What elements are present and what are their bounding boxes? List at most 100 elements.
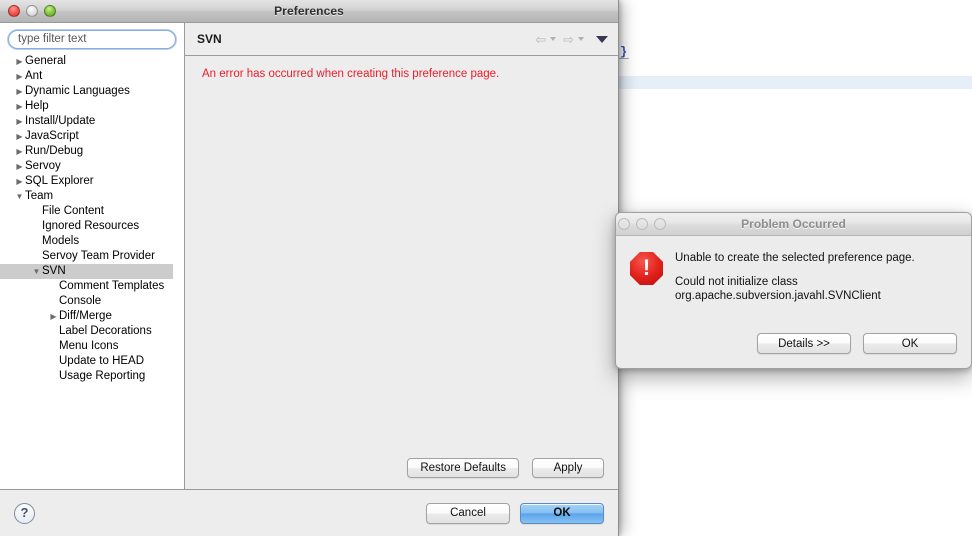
- details-button[interactable]: Details >>: [757, 333, 851, 354]
- dialog-buttons: Cancel OK: [426, 502, 604, 524]
- tree-item-label: Label Decorations: [59, 324, 152, 337]
- preferences-tree[interactable]: General Ant Dynamic Languages Help Install/U…: [0, 52, 184, 489]
- tree-item-ant[interactable]: Ant: [0, 69, 184, 84]
- close-button[interactable]: [8, 5, 20, 17]
- page-error-message: An error has occurred when creating this…: [202, 68, 500, 80]
- twisty-collapsed-icon[interactable]: [14, 69, 25, 84]
- preferences-body: General Ant Dynamic Languages Help Install/U…: [0, 23, 618, 536]
- tree-item-install-update[interactable]: Install/Update: [0, 114, 184, 129]
- tree-item-models[interactable]: Models: [0, 234, 184, 249]
- tree-item-label: Models: [42, 234, 80, 247]
- tree-item-label: Usage Reporting: [59, 369, 146, 382]
- tree-item-usage-reporting[interactable]: Usage Reporting: [0, 369, 184, 384]
- help-icon[interactable]: ?: [14, 502, 35, 524]
- tree-item-label: Install/Update: [25, 114, 96, 127]
- preferences-tree-pane: General Ant Dynamic Languages Help Install/U…: [0, 23, 185, 490]
- tree-item-dynamic-languages[interactable]: Dynamic Languages: [0, 84, 184, 99]
- tree-item-console[interactable]: Console: [0, 294, 184, 309]
- problem-message-secondary-line1: Could not initialize class: [675, 276, 798, 288]
- tree-item-label: Ignored Resources: [42, 219, 140, 232]
- tree-item-label: Help: [25, 99, 49, 112]
- forward-chevron-down-icon[interactable]: [578, 37, 584, 41]
- twisty-expanded-icon[interactable]: [14, 189, 25, 204]
- editor-closing-brace: }: [620, 45, 628, 59]
- preferences-main: General Ant Dynamic Languages Help Install/U…: [0, 23, 618, 490]
- problem-minimize-button: [636, 218, 648, 230]
- tree-item-comment-templates[interactable]: Comment Templates: [0, 279, 184, 294]
- apply-button[interactable]: Apply: [532, 458, 604, 478]
- tree-item-label: Console: [59, 294, 102, 307]
- ok-button[interactable]: OK: [520, 502, 604, 524]
- problem-dialog-titlebar[interactable]: Problem Occurred: [616, 213, 971, 236]
- problem-occurred-dialog: Problem Occurred ! Unable to create the …: [615, 212, 972, 369]
- twisty-collapsed-icon[interactable]: [14, 54, 25, 69]
- tree-item-general[interactable]: General: [0, 54, 184, 69]
- back-arrow-icon[interactable]: ⇦: [535, 33, 546, 46]
- tree-item-label: Dynamic Languages: [25, 84, 130, 97]
- tree-item-label: Team: [25, 189, 54, 202]
- twisty-collapsed-icon[interactable]: [14, 129, 25, 144]
- preference-page-content: An error has occurred when creating this…: [185, 56, 618, 458]
- twisty-collapsed-icon[interactable]: [14, 159, 25, 174]
- tree-item-servoy[interactable]: Servoy: [0, 159, 184, 174]
- error-octagon-icon: !: [630, 252, 663, 285]
- tree-item-label: Servoy: [25, 159, 61, 172]
- tree-item-menu-icons[interactable]: Menu Icons: [0, 339, 184, 354]
- tree-item-label-decorations[interactable]: Label Decorations: [0, 324, 184, 339]
- tree-item-sql-explorer[interactable]: SQL Explorer: [0, 174, 184, 189]
- problem-dialog-buttons: Details >> OK: [757, 333, 957, 354]
- problem-message-primary: Unable to create the selected preference…: [675, 252, 915, 264]
- twisty-collapsed-icon[interactable]: [14, 174, 25, 189]
- tree-item-help[interactable]: Help: [0, 99, 184, 114]
- problem-window-controls: [618, 218, 666, 230]
- tree-item-ignored-resources[interactable]: Ignored Resources: [0, 219, 184, 234]
- twisty-collapsed-icon[interactable]: [14, 84, 25, 99]
- preferences-window: Preferences General Ant Dynamic Languages H…: [0, 0, 619, 536]
- forward-arrow-icon[interactable]: ⇨: [563, 33, 574, 46]
- tree-item-label: Menu Icons: [59, 339, 119, 352]
- problem-ok-button[interactable]: OK: [863, 333, 957, 354]
- filter-input[interactable]: [7, 28, 177, 50]
- window-title: Preferences: [274, 4, 344, 18]
- tree-item-svn[interactable]: SVN: [0, 263, 173, 279]
- preferences-footer: ? Cancel OK: [0, 490, 618, 536]
- window-controls: [8, 5, 56, 17]
- zoom-button[interactable]: [44, 5, 56, 17]
- preferences-titlebar[interactable]: Preferences: [0, 0, 618, 23]
- view-menu-icon[interactable]: [596, 35, 608, 43]
- minimize-button[interactable]: [26, 5, 38, 17]
- tree-item-javascript[interactable]: JavaScript: [0, 129, 184, 144]
- page-toolbar: ⇦ ⇨: [535, 33, 608, 46]
- tree-item-team[interactable]: Team: [0, 189, 184, 204]
- problem-zoom-button: [654, 218, 666, 230]
- twisty-collapsed-icon[interactable]: [14, 99, 25, 114]
- tree-item-label: JavaScript: [25, 129, 79, 142]
- cancel-button[interactable]: Cancel: [426, 502, 510, 524]
- tree-item-diff-merge[interactable]: Diff/Merge: [0, 309, 184, 324]
- tree-item-label: Run/Debug: [25, 144, 84, 157]
- twisty-collapsed-icon[interactable]: [14, 144, 25, 159]
- twisty-expanded-icon[interactable]: [31, 264, 42, 279]
- preference-page-pane: SVN ⇦ ⇨ An error has occurred when creat…: [185, 23, 618, 490]
- filter-container: [0, 23, 184, 53]
- problem-dialog-title: Problem Occurred: [741, 217, 846, 231]
- tree-item-label: Update to HEAD: [59, 354, 145, 367]
- twisty-collapsed-icon[interactable]: [48, 309, 59, 324]
- tree-item-label: SVN: [42, 264, 66, 277]
- tree-item-label: Servoy Team Provider: [42, 249, 155, 262]
- tree-item-run-debug[interactable]: Run/Debug: [0, 144, 184, 159]
- tree-item-servoy-team-provider[interactable]: Servoy Team Provider: [0, 249, 184, 264]
- tree-item-label: Ant: [25, 69, 43, 82]
- back-chevron-down-icon[interactable]: [550, 37, 557, 41]
- preference-page-header: SVN ⇦ ⇨: [185, 23, 618, 55]
- screen: } Preferences General Ant Dynamic Language…: [0, 0, 972, 536]
- tree-item-label: Comment Templates: [59, 279, 165, 292]
- restore-defaults-button[interactable]: Restore Defaults: [407, 458, 519, 478]
- problem-dialog-content: ! Unable to create the selected preferen…: [616, 236, 971, 303]
- page-title: SVN: [197, 32, 222, 46]
- tree-item-label: SQL Explorer: [25, 174, 94, 187]
- twisty-collapsed-icon[interactable]: [14, 114, 25, 129]
- tree-item-label: Diff/Merge: [59, 309, 112, 322]
- tree-item-file-content[interactable]: File Content: [0, 204, 184, 219]
- tree-item-update-to-head[interactable]: Update to HEAD: [0, 354, 184, 369]
